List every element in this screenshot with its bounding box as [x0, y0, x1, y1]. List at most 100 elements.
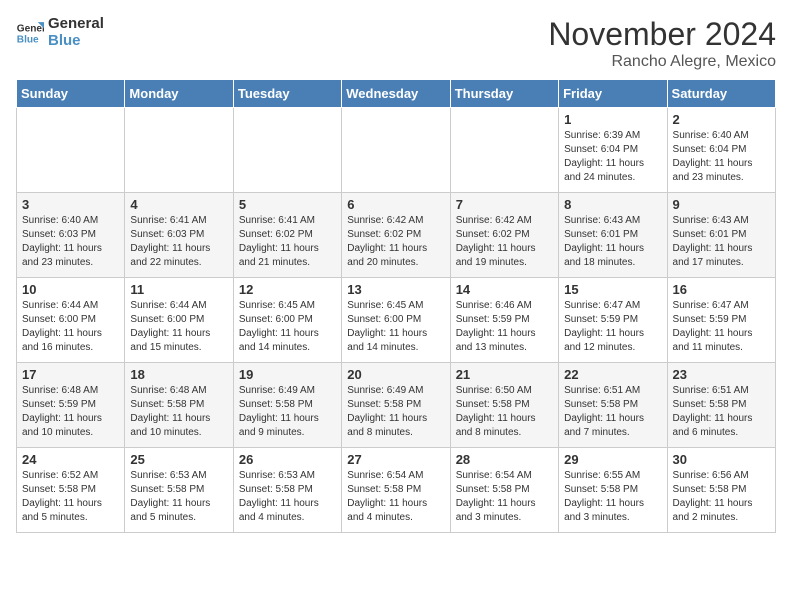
calendar-cell: 25 Sunrise: 6:53 AM Sunset: 5:58 PM Dayli…	[125, 448, 233, 533]
logo: General Blue General Blue	[16, 16, 104, 49]
day-info: Sunrise: 6:49 AM Sunset: 5:58 PM Dayligh…	[347, 384, 444, 440]
month-title: November 2024	[548, 16, 776, 53]
day-number: 19	[239, 367, 336, 382]
calendar-cell: 3Sunrise: 6:40 AM Sunset: 6:03 PM Daylig…	[17, 193, 125, 278]
logo-icon: General Blue	[16, 19, 44, 47]
day-number: 16	[673, 282, 770, 297]
weekday-header-tuesday: Tuesday	[233, 80, 341, 108]
calendar-cell: 1 Sunrise: 6:39 AM Sunset: 6:04 PM Daylig…	[559, 108, 667, 193]
day-number: 14	[456, 282, 553, 297]
day-info: Sunrise: 6:43 AM Sunset: 6:01 PM Dayligh…	[673, 214, 770, 270]
title-block: November 2024 Rancho Alegre, Mexico	[548, 16, 776, 71]
calendar-cell: 11 Sunrise: 6:44 AM Sunset: 6:00 PM Dayli…	[125, 278, 233, 363]
day-number: 10	[22, 282, 119, 297]
day-info: Sunrise: 6:51 AM Sunset: 5:58 PM Dayligh…	[673, 384, 770, 440]
day-number: 8	[564, 197, 661, 212]
weekday-header-thursday: Thursday	[450, 80, 558, 108]
day-number: 30	[673, 452, 770, 467]
day-info: Sunrise: 6:47 AM Sunset: 5:59 PM Dayligh…	[564, 299, 661, 355]
day-number: 9	[673, 197, 770, 212]
calendar-cell: 15 Sunrise: 6:47 AM Sunset: 5:59 PM Dayli…	[559, 278, 667, 363]
day-number: 1	[564, 112, 661, 127]
day-info: Sunrise: 6:45 AM Sunset: 6:00 PM Dayligh…	[347, 299, 444, 355]
day-number: 22	[564, 367, 661, 382]
day-number: 23	[673, 367, 770, 382]
day-number: 18	[130, 367, 227, 382]
day-number: 28	[456, 452, 553, 467]
day-number: 12	[239, 282, 336, 297]
day-number: 2	[673, 112, 770, 127]
calendar-cell: 6 Sunrise: 6:42 AM Sunset: 6:02 PM Daylig…	[342, 193, 450, 278]
calendar-cell: 23 Sunrise: 6:51 AM Sunset: 5:58 PM Dayli…	[667, 363, 775, 448]
calendar-cell	[450, 108, 558, 193]
day-number: 4	[130, 197, 227, 212]
svg-text:General: General	[17, 23, 44, 34]
day-number: 13	[347, 282, 444, 297]
day-info: Sunrise: 6:40 AM Sunset: 6:04 PM Dayligh…	[673, 129, 770, 185]
calendar-cell	[233, 108, 341, 193]
day-info: Sunrise: 6:53 AM Sunset: 5:58 PM Dayligh…	[130, 469, 227, 525]
calendar-cell: 16Sunrise: 6:47 AM Sunset: 5:59 PM Dayli…	[667, 278, 775, 363]
calendar-cell: 12 Sunrise: 6:45 AM Sunset: 6:00 PM Dayli…	[233, 278, 341, 363]
calendar-cell: 8 Sunrise: 6:43 AM Sunset: 6:01 PM Daylig…	[559, 193, 667, 278]
page-header: General Blue General Blue November 2024 …	[16, 16, 776, 71]
calendar-cell: 10 Sunrise: 6:44 AM Sunset: 6:00 PM Dayli…	[17, 278, 125, 363]
day-info: Sunrise: 6:52 AM Sunset: 5:58 PM Dayligh…	[22, 469, 119, 525]
day-info: Sunrise: 6:45 AM Sunset: 6:00 PM Dayligh…	[239, 299, 336, 355]
weekday-header-friday: Friday	[559, 80, 667, 108]
day-number: 11	[130, 282, 227, 297]
calendar-cell: 21Sunrise: 6:50 AM Sunset: 5:58 PM Dayli…	[450, 363, 558, 448]
location: Rancho Alegre, Mexico	[548, 53, 776, 71]
day-info: Sunrise: 6:46 AM Sunset: 5:59 PM Dayligh…	[456, 299, 553, 355]
day-info: Sunrise: 6:43 AM Sunset: 6:01 PM Dayligh…	[564, 214, 661, 270]
calendar-cell: 17 Sunrise: 6:48 AM Sunset: 5:59 PM Dayli…	[17, 363, 125, 448]
calendar-cell: 28 Sunrise: 6:54 AM Sunset: 5:58 PM Dayli…	[450, 448, 558, 533]
calendar-cell: 24 Sunrise: 6:52 AM Sunset: 5:58 PM Dayli…	[17, 448, 125, 533]
day-info: Sunrise: 6:48 AM Sunset: 5:58 PM Dayligh…	[130, 384, 227, 440]
calendar-cell: 9 Sunrise: 6:43 AM Sunset: 6:01 PM Daylig…	[667, 193, 775, 278]
calendar-cell: 26 Sunrise: 6:53 AM Sunset: 5:58 PM Dayli…	[233, 448, 341, 533]
logo-text-blue: Blue	[48, 33, 104, 50]
calendar-cell: 7Sunrise: 6:42 AM Sunset: 6:02 PM Daylig…	[450, 193, 558, 278]
calendar-cell: 22Sunrise: 6:51 AM Sunset: 5:58 PM Dayli…	[559, 363, 667, 448]
day-info: Sunrise: 6:39 AM Sunset: 6:04 PM Dayligh…	[564, 129, 661, 185]
day-number: 27	[347, 452, 444, 467]
day-info: Sunrise: 6:54 AM Sunset: 5:58 PM Dayligh…	[347, 469, 444, 525]
calendar-cell: 19Sunrise: 6:49 AM Sunset: 5:58 PM Dayli…	[233, 363, 341, 448]
day-info: Sunrise: 6:44 AM Sunset: 6:00 PM Dayligh…	[130, 299, 227, 355]
calendar-cell	[342, 108, 450, 193]
day-info: Sunrise: 6:55 AM Sunset: 5:58 PM Dayligh…	[564, 469, 661, 525]
day-number: 24	[22, 452, 119, 467]
day-info: Sunrise: 6:50 AM Sunset: 5:58 PM Dayligh…	[456, 384, 553, 440]
calendar-cell: 4Sunrise: 6:41 AM Sunset: 6:03 PM Daylig…	[125, 193, 233, 278]
calendar-cell: 20 Sunrise: 6:49 AM Sunset: 5:58 PM Dayli…	[342, 363, 450, 448]
calendar-cell: 5 Sunrise: 6:41 AM Sunset: 6:02 PM Daylig…	[233, 193, 341, 278]
day-info: Sunrise: 6:42 AM Sunset: 6:02 PM Dayligh…	[456, 214, 553, 270]
calendar-cell	[17, 108, 125, 193]
weekday-header-sunday: Sunday	[17, 80, 125, 108]
day-info: Sunrise: 6:41 AM Sunset: 6:02 PM Dayligh…	[239, 214, 336, 270]
day-number: 29	[564, 452, 661, 467]
day-info: Sunrise: 6:48 AM Sunset: 5:59 PM Dayligh…	[22, 384, 119, 440]
day-number: 15	[564, 282, 661, 297]
day-number: 20	[347, 367, 444, 382]
calendar-cell	[125, 108, 233, 193]
day-number: 5	[239, 197, 336, 212]
day-number: 6	[347, 197, 444, 212]
day-info: Sunrise: 6:53 AM Sunset: 5:58 PM Dayligh…	[239, 469, 336, 525]
day-number: 25	[130, 452, 227, 467]
day-number: 3	[22, 197, 119, 212]
calendar-cell: 29 Sunrise: 6:55 AM Sunset: 5:58 PM Dayli…	[559, 448, 667, 533]
calendar-cell: 2 Sunrise: 6:40 AM Sunset: 6:04 PM Daylig…	[667, 108, 775, 193]
calendar-cell: 14 Sunrise: 6:46 AM Sunset: 5:59 PM Dayli…	[450, 278, 558, 363]
day-info: Sunrise: 6:44 AM Sunset: 6:00 PM Dayligh…	[22, 299, 119, 355]
weekday-header-wednesday: Wednesday	[342, 80, 450, 108]
svg-text:Blue: Blue	[17, 34, 39, 45]
calendar-cell: 30 Sunrise: 6:56 AM Sunset: 5:58 PM Dayli…	[667, 448, 775, 533]
day-info: Sunrise: 6:42 AM Sunset: 6:02 PM Dayligh…	[347, 214, 444, 270]
day-info: Sunrise: 6:56 AM Sunset: 5:58 PM Dayligh…	[673, 469, 770, 525]
day-number: 26	[239, 452, 336, 467]
day-number: 17	[22, 367, 119, 382]
day-info: Sunrise: 6:54 AM Sunset: 5:58 PM Dayligh…	[456, 469, 553, 525]
weekday-header-monday: Monday	[125, 80, 233, 108]
